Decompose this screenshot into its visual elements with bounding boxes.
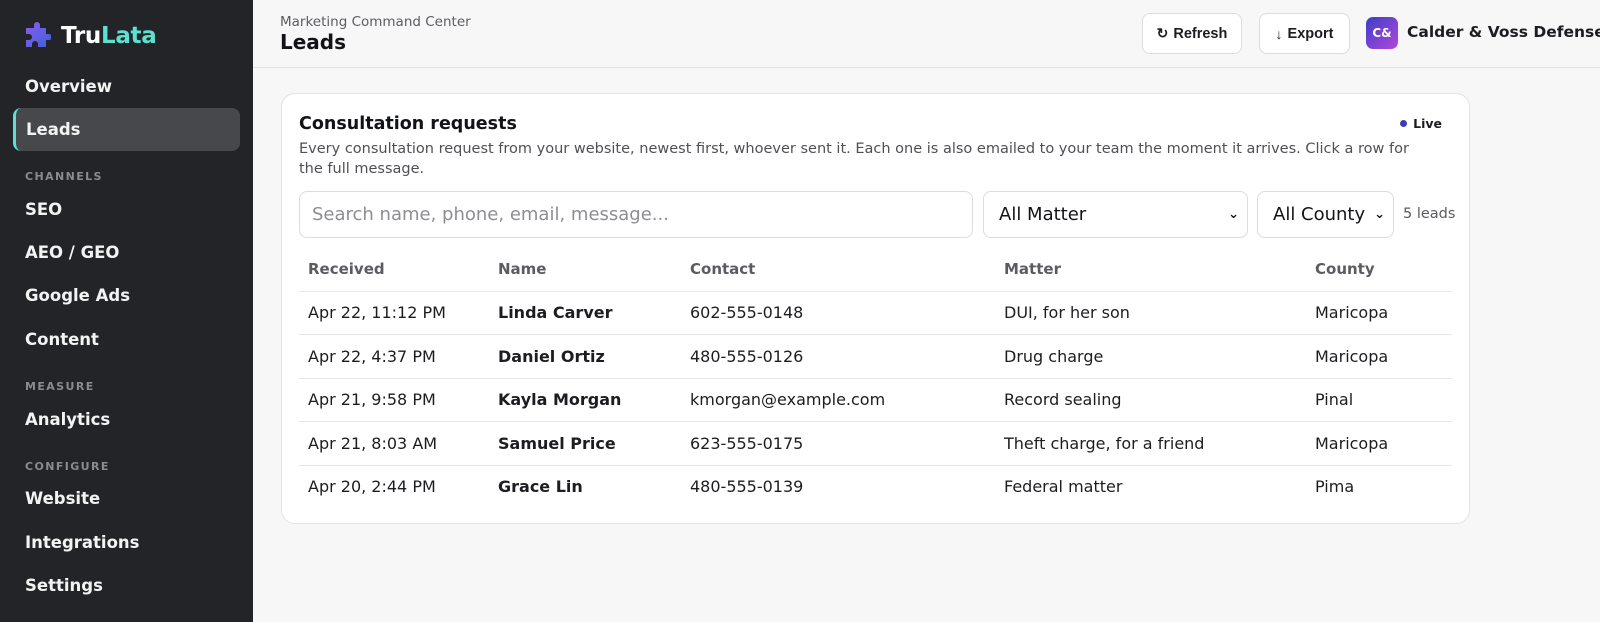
cell-received: Apr 22, 11:12 PM (308, 303, 446, 323)
cell-contact: 602-555-0148 (690, 303, 804, 323)
sidebar-item-integrations[interactable]: Integrations (13, 521, 240, 564)
sidebar-item-website[interactable]: Website (13, 477, 240, 520)
cell-matter: Record sealing (1004, 390, 1122, 410)
cell-name: Linda Carver (498, 303, 613, 323)
live-indicator: Live (1400, 116, 1442, 131)
cell-contact: kmorgan@example.com (690, 390, 886, 410)
column-header-name[interactable]: Name (498, 260, 690, 278)
sidebar-item-analytics[interactable]: Analytics (13, 398, 240, 441)
cell-contact: 480-555-0139 (690, 477, 804, 497)
sidebar-section-channels: CHANNELS (25, 170, 103, 183)
cell-received: Apr 21, 8:03 AM (308, 433, 438, 453)
cell-received: Apr 20, 2:44 PM (308, 477, 436, 497)
chevron-down-icon: ⌄ (1228, 207, 1239, 222)
consultation-requests-card: Consultation requests Live Every consult… (281, 93, 1470, 524)
column-header-received[interactable]: Received (299, 260, 498, 278)
sidebar-item-settings[interactable]: Settings (13, 564, 240, 607)
export-button[interactable]: ↓ Export (1259, 13, 1350, 54)
sidebar-item-content[interactable]: Content (13, 318, 240, 361)
org-name[interactable]: Calder & Voss Defense (1407, 23, 1600, 41)
table-row[interactable]: Apr 22, 11:12 PM Linda Carver 602-555-01… (299, 290, 1452, 335)
cell-name: Kayla Morgan (498, 390, 622, 410)
brand-name: TruLata (61, 23, 157, 49)
arrow-down-icon: ↓ (1275, 25, 1283, 42)
avatar[interactable]: C& (1366, 17, 1398, 49)
sidebar: TruLata Overview Leads CHANNELS SEO AEO … (0, 0, 253, 622)
sidebar-section-measure: MEASURE (25, 380, 95, 393)
column-header-matter[interactable]: Matter (1004, 260, 1315, 278)
live-dot-icon (1400, 120, 1408, 127)
leads-table: Received Name Contact Matter County Apr … (299, 247, 1452, 508)
refresh-icon: ↻ (1156, 25, 1169, 41)
county-filter-select[interactable]: All County ⌄ (1257, 191, 1394, 238)
cell-matter: Federal matter (1004, 477, 1123, 497)
cell-name: Grace Lin (498, 477, 583, 497)
sidebar-item-google-ads[interactable]: Google Ads (13, 274, 240, 317)
brand-logo[interactable]: TruLata (23, 22, 157, 50)
cell-matter: DUI, for her son (1004, 303, 1130, 323)
table-row[interactable]: Apr 21, 8:03 AM Samuel Price 623-555-017… (299, 421, 1452, 465)
sidebar-item-leads[interactable]: Leads (13, 108, 240, 151)
cell-received: Apr 22, 4:37 PM (308, 346, 436, 366)
cell-contact: 623-555-0175 (690, 433, 804, 453)
cell-received: Apr 21, 9:58 PM (308, 390, 436, 410)
chevron-down-icon: ⌄ (1374, 207, 1385, 222)
card-description: Every consultation request from your web… (299, 141, 1409, 177)
table-row[interactable]: Apr 20, 2:44 PM Grace Lin 480-555-0139 F… (299, 464, 1452, 509)
cell-county: Maricopa (1315, 433, 1389, 453)
top-header: Marketing Command Center Leads ↻ Refresh… (253, 0, 1600, 68)
puzzle-logo-icon (26, 22, 51, 47)
matter-filter-select[interactable]: All Matter ⌄ (983, 191, 1248, 238)
cell-name: Samuel Price (498, 433, 616, 453)
sidebar-item-seo[interactable]: SEO (13, 188, 240, 231)
refresh-button[interactable]: ↻ Refresh (1142, 13, 1242, 54)
cell-county: Maricopa (1315, 346, 1389, 366)
column-header-contact[interactable]: Contact (690, 260, 1004, 278)
cell-contact: 480-555-0126 (690, 346, 804, 366)
table-row[interactable]: Apr 21, 9:58 PM Kayla Morgan kmorgan@exa… (299, 377, 1452, 422)
card-title: Consultation requests (299, 114, 517, 134)
cell-matter: Drug charge (1004, 346, 1104, 366)
sidebar-item-overview[interactable]: Overview (13, 65, 240, 108)
sidebar-item-aeo-geo[interactable]: AEO / GEO (13, 231, 240, 274)
search-input[interactable] (299, 191, 973, 238)
table-header: Received Name Contact Matter County (299, 247, 1452, 291)
cell-county: Pinal (1315, 390, 1354, 410)
cell-matter: Theft charge, for a friend (1004, 433, 1205, 453)
page-title: Leads (280, 30, 347, 54)
sidebar-section-configure: CONFIGURE (25, 460, 110, 473)
cell-county: Pima (1315, 477, 1355, 497)
breadcrumb: Marketing Command Center (280, 14, 471, 30)
cell-name: Daniel Ortiz (498, 346, 605, 366)
column-header-county[interactable]: County (1315, 260, 1452, 278)
cell-county: Maricopa (1315, 303, 1389, 323)
lead-count: 5 leads (1403, 206, 1456, 222)
table-row[interactable]: Apr 22, 4:37 PM Daniel Ortiz 480-555-012… (299, 334, 1452, 378)
